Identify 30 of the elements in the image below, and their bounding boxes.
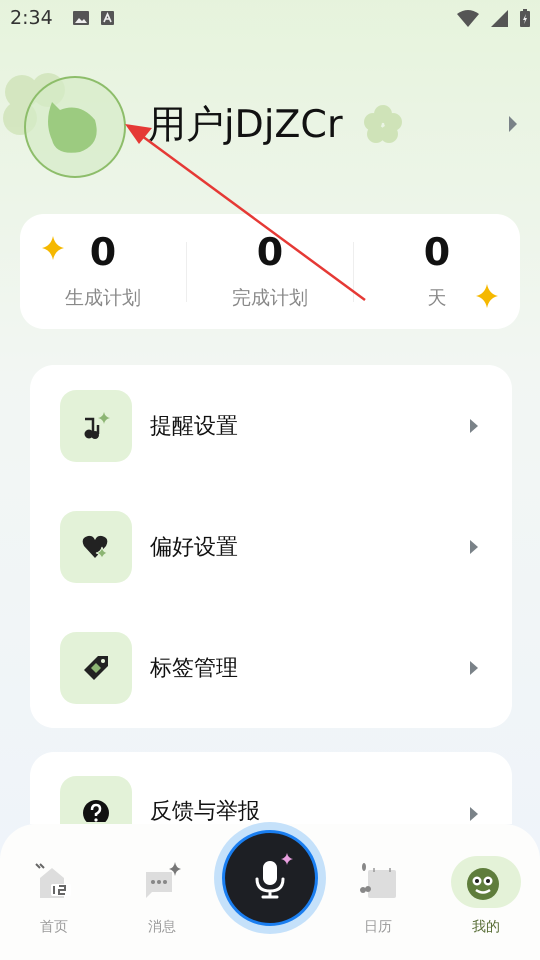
- stat-value: 0: [424, 232, 450, 270]
- menu-label: 偏好设置: [150, 534, 238, 562]
- chevron-right-icon: [470, 660, 478, 674]
- menu-label: 反馈与举报: [150, 800, 260, 824]
- chevron-right-icon: [470, 418, 478, 432]
- wifi-icon: [457, 10, 479, 26]
- menu-label: 标签管理: [150, 654, 238, 682]
- stat-value: 0: [90, 232, 116, 270]
- signal-icon: [491, 10, 508, 26]
- battery-icon: [520, 9, 530, 27]
- sparkle-icon: [476, 284, 498, 308]
- stat-label: 天: [428, 286, 446, 310]
- chevron-right-icon: [470, 540, 478, 554]
- username[interactable]: 用户jDjZCr: [148, 98, 343, 150]
- font-icon: [100, 11, 114, 25]
- menu-label: 提醒设置: [150, 412, 238, 440]
- stat-label: 完成计划: [232, 286, 308, 310]
- stat-value: 0: [256, 232, 284, 270]
- menu-item[interactable]: 提醒设置: [30, 365, 512, 486]
- image-icon: [72, 11, 89, 25]
- chevron-right-icon: [470, 807, 478, 821]
- help-icon: [81, 798, 111, 822]
- menu-item[interactable]: 标签管理: [30, 607, 512, 728]
- stat-label: 生成计划: [65, 286, 141, 310]
- flower-icon: [362, 104, 403, 144]
- status-time: 2:34: [10, 7, 53, 29]
- nav-tab[interactable]: 我的: [432, 834, 540, 936]
- chevron-right-icon[interactable]: [508, 116, 518, 132]
- menu-item[interactable]: 偏好设置: [30, 486, 512, 607]
- sparkle-icon: [42, 236, 64, 260]
